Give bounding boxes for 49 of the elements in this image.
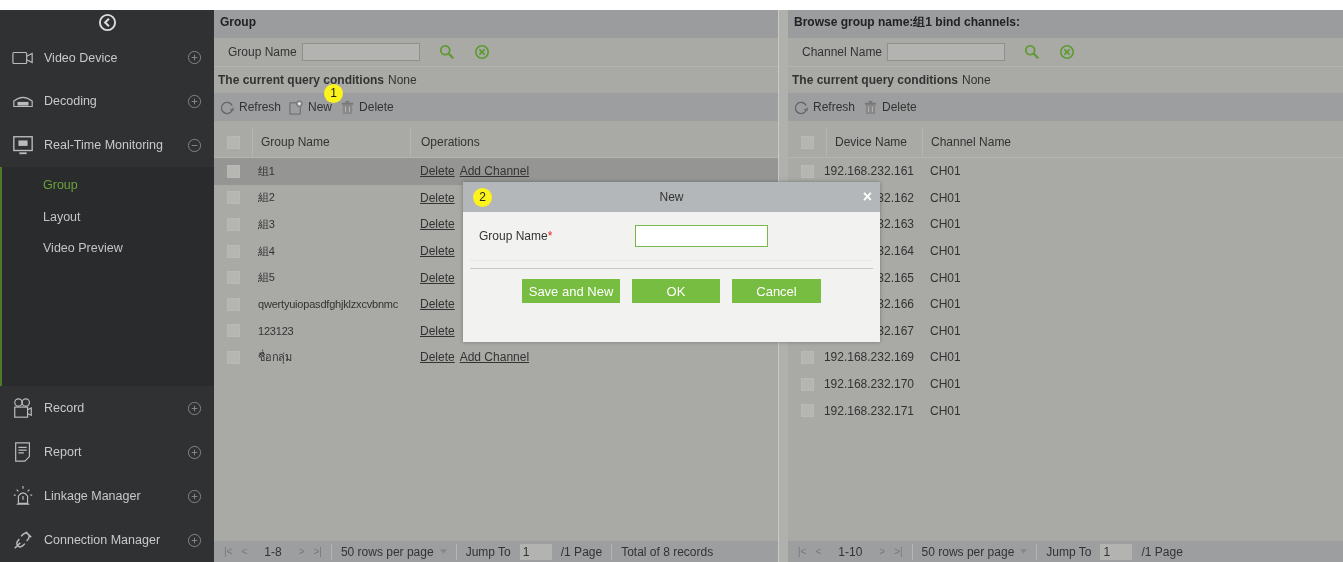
table-cell: CH01: [930, 403, 961, 418]
query-conditions-label: The current query conditions: [792, 73, 959, 87]
dialog-title: New: [659, 190, 684, 204]
page-count: /1 Page: [560, 544, 603, 559]
page-range: 1-8: [264, 544, 282, 559]
table-cell: CH01: [930, 297, 961, 312]
table-cell: 組3: [258, 218, 275, 230]
step-badge: 1: [324, 83, 344, 103]
page-count: /1 Page: [1141, 544, 1183, 559]
column-header: Device Name: [826, 127, 922, 157]
table-cell: CH01: [930, 164, 961, 179]
jump-to-label: Jump To: [1046, 544, 1092, 559]
table-cell: 192.168.232.170: [823, 377, 914, 392]
query-conditions-value: None: [388, 73, 417, 87]
jump-to-label: Jump To: [465, 544, 511, 559]
panel-title: Group: [214, 10, 778, 38]
table-cell: 192.168.232.169: [823, 350, 914, 365]
table-cell: CH01: [930, 190, 961, 205]
panel-title: Browse group name:组1 bind channels:: [788, 10, 1343, 38]
table-cell: 32.163: [877, 217, 914, 232]
table-cell: 192.168.232.161: [823, 164, 914, 179]
table-cell: 组1: [258, 164, 275, 177]
column-header: Group Name: [252, 127, 410, 157]
table-cell: 組5: [258, 271, 275, 284]
table-cell: qwertyuiopasdfghjklzxcvbnmc: [258, 298, 399, 311]
table-cell: 32.166: [877, 297, 914, 312]
total-records: Total of 8 records: [621, 544, 714, 559]
search-label: Channel Name: [802, 45, 883, 59]
table-cell: CH01: [930, 377, 961, 392]
search-label: Group Name: [228, 45, 297, 59]
table-cell: ชื่อกลุ่ม: [258, 351, 292, 364]
table-cell: 組2: [258, 191, 275, 204]
query-conditions-value: None: [962, 73, 991, 87]
table-cell: 組4: [258, 244, 275, 257]
table-cell: 32.167: [877, 323, 914, 338]
table-cell: CH01: [930, 350, 961, 365]
table-cell: 192.168.232.171: [823, 403, 914, 418]
table-cell: 123123: [258, 324, 294, 337]
table-cell: CH01: [930, 244, 961, 259]
column-header: Channel Name: [922, 127, 1343, 157]
table-cell: CH01: [930, 323, 961, 338]
table-cell: CH01: [930, 270, 961, 285]
table-cell: 32.165: [877, 270, 914, 285]
step-badge: 2: [473, 187, 492, 207]
table-cell: CH01: [930, 217, 961, 232]
table-cell: 32.162: [877, 190, 914, 205]
table-cell: 32.164: [877, 244, 914, 259]
field-label: Group Name*: [478, 229, 554, 243]
page-range: 1-10: [838, 544, 863, 559]
